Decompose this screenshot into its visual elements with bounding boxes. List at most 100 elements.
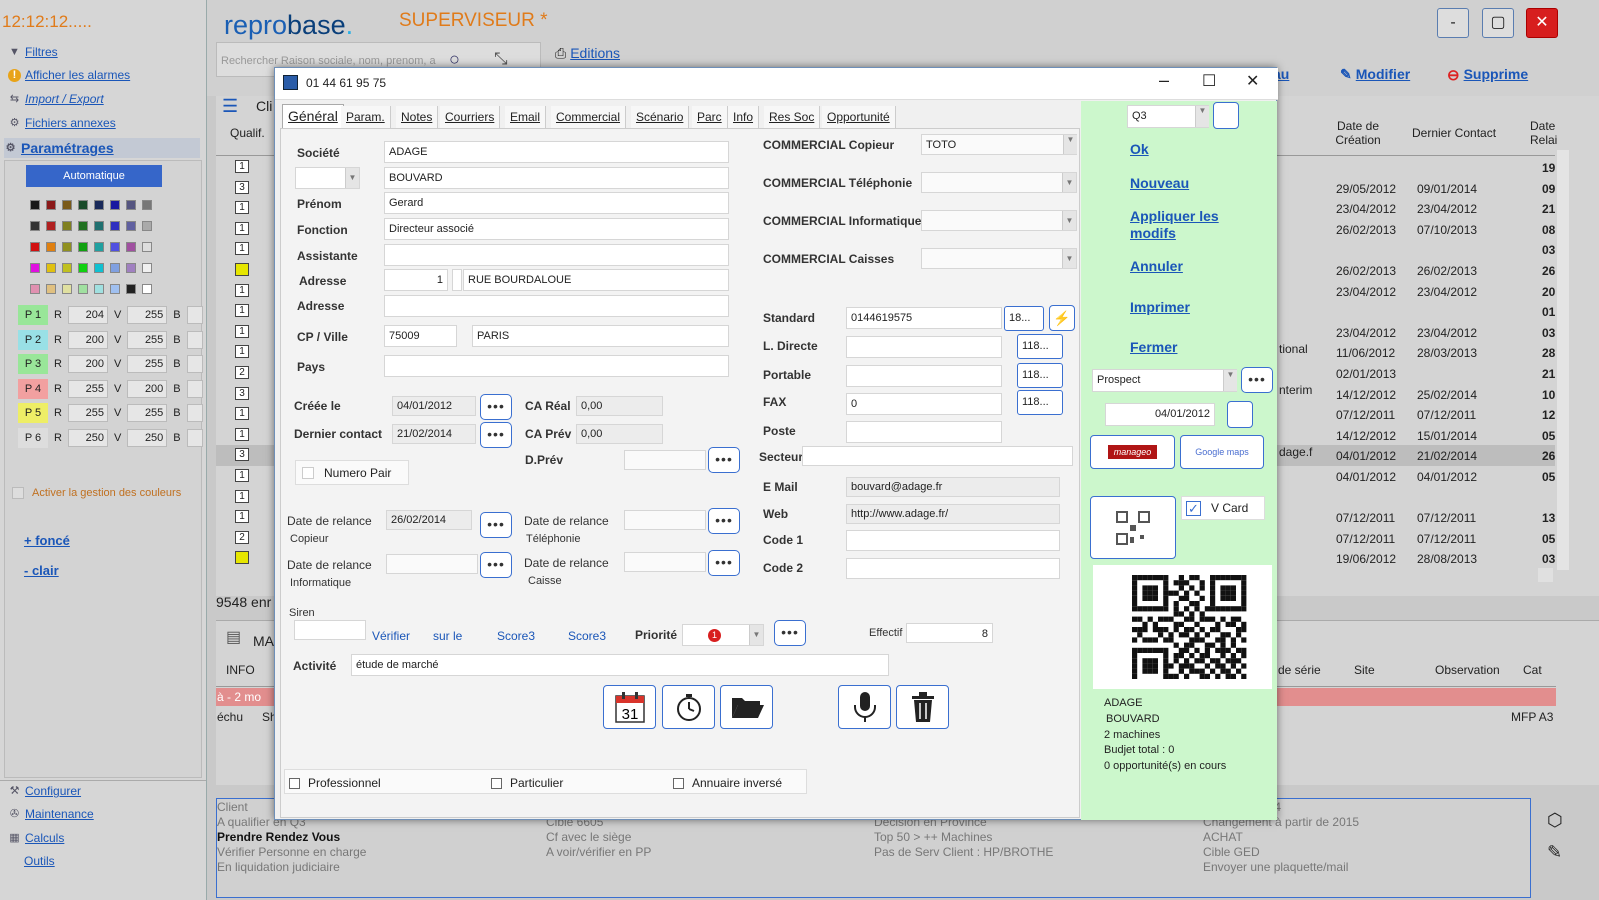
email-field[interactable]: bouvard@adage.fr xyxy=(846,477,1060,497)
color-swatch[interactable] xyxy=(78,221,88,231)
activite-field[interactable]: étude de marché xyxy=(351,654,889,676)
qualif-box[interactable]: 2 xyxy=(235,530,249,544)
annuaire-checkbox[interactable] xyxy=(673,777,684,789)
color-swatch[interactable] xyxy=(30,221,40,231)
calendar-button[interactable]: 31 xyxy=(603,685,656,729)
sidebar-item-label[interactable]: Paramétrages xyxy=(21,140,114,156)
color-swatch[interactable] xyxy=(110,242,120,252)
qualif-box[interactable]: 1 xyxy=(235,160,249,173)
color-swatch[interactable] xyxy=(94,242,104,252)
lighter-link[interactable]: - clair xyxy=(24,563,59,578)
adresse-rue-field[interactable]: RUE BOURDALOUE xyxy=(463,269,729,291)
editions-link[interactable]: ⎙ Editions xyxy=(555,45,620,62)
trash-button[interactable] xyxy=(896,685,949,729)
sidebar-item-outils[interactable]: Outils xyxy=(24,854,55,868)
color-swatch[interactable] xyxy=(126,242,136,252)
color-swatch[interactable] xyxy=(78,242,88,252)
maximize-button[interactable]: ▢ xyxy=(1482,8,1514,38)
chevron-down-icon[interactable]: ▼ xyxy=(1223,370,1237,391)
relance-tel-more-button[interactable]: ••• xyxy=(708,508,740,534)
color-swatch[interactable] xyxy=(30,242,40,252)
priorite-select[interactable]: 1 ▼ xyxy=(682,624,764,646)
qualif-box[interactable]: 1 xyxy=(235,283,249,297)
preset-b-field[interactable] xyxy=(186,428,203,447)
tab-5[interactable]: Commercial xyxy=(551,106,627,128)
close-button[interactable]: ✕ xyxy=(1526,8,1558,38)
col-qualif[interactable]: Qualif. xyxy=(230,126,265,140)
qualif-box[interactable]: 1 xyxy=(235,221,249,235)
color-swatch[interactable] xyxy=(46,242,56,252)
cube-icon[interactable]: ⬡ xyxy=(1547,810,1563,831)
societe-field[interactable]: ADAGE xyxy=(384,141,729,163)
color-swatch[interactable] xyxy=(62,263,72,273)
vcard-checkbox[interactable]: ✓ xyxy=(1186,500,1201,516)
sidebar-item-import[interactable]: ⇆ Import / Export xyxy=(8,92,104,106)
qualif-box[interactable] xyxy=(235,263,249,276)
preset-r-field[interactable]: 255 xyxy=(67,379,108,398)
color-swatch[interactable] xyxy=(110,221,120,231)
qualif-box[interactable]: 1 xyxy=(235,489,249,503)
adresse2-field[interactable] xyxy=(384,295,729,317)
sidebar-item-alarmes[interactable]: ! Afficher les alarmes xyxy=(8,68,130,82)
col-dernier-contact[interactable]: Dernier Contact xyxy=(1412,126,1496,140)
color-swatch[interactable] xyxy=(110,200,120,210)
prenom-field[interactable]: Gerard xyxy=(384,192,729,214)
lighter-link-label[interactable]: - clair xyxy=(24,563,59,578)
qualif-color-button[interactable] xyxy=(1213,102,1239,129)
preset-row[interactable]: P 4 R 255 V 200 B xyxy=(18,378,203,399)
priorite-more-button[interactable]: ••• xyxy=(774,620,806,646)
annuler-link[interactable]: Annuler xyxy=(1130,258,1183,274)
numero-pair-toggle[interactable]: Numero Pair xyxy=(295,460,409,485)
edit-icon[interactable]: ✎ xyxy=(1547,842,1562,863)
sur-le-link[interactable]: sur le xyxy=(433,629,462,643)
color-swatch[interactable] xyxy=(142,263,152,273)
modifier-label[interactable]: Modifier xyxy=(1356,66,1410,83)
color-swatch[interactable] xyxy=(78,263,88,273)
sidebar-item-label[interactable]: Import / Export xyxy=(25,92,104,106)
preset-badge[interactable]: P 5 xyxy=(18,403,48,423)
sidebar-item-label[interactable]: Outils xyxy=(24,854,55,868)
category-item[interactable]: En liquidation judiciaire xyxy=(217,860,340,874)
relance-caisse-field[interactable] xyxy=(624,552,706,572)
tab-1[interactable]: Param. xyxy=(341,106,391,128)
preset-badge[interactable]: P 3 xyxy=(18,354,48,374)
color-swatch[interactable] xyxy=(62,200,72,210)
dialog-maximize-button[interactable]: ☐ xyxy=(1202,71,1216,91)
relance-info-field[interactable] xyxy=(386,554,478,574)
color-swatch[interactable] xyxy=(142,221,152,231)
com-copieur-select[interactable]: TOTO xyxy=(921,134,1077,155)
preset-b-field[interactable] xyxy=(186,330,203,349)
col-cat[interactable]: Cat xyxy=(1523,663,1542,677)
relance-tel-field[interactable] xyxy=(624,510,706,530)
d-prev-more-button[interactable]: ••• xyxy=(708,447,740,473)
preset-v-field[interactable]: 255 xyxy=(127,330,168,349)
preset-badge[interactable]: P 4 xyxy=(18,378,48,399)
ok-link[interactable]: Ok xyxy=(1130,141,1149,157)
preset-b-field[interactable] xyxy=(186,379,203,398)
qualif-box[interactable]: 1 xyxy=(235,201,249,215)
color-swatch[interactable] xyxy=(94,263,104,273)
score-link[interactable]: Score3 xyxy=(568,629,606,643)
hscroll[interactable] xyxy=(1538,568,1553,582)
col-observation[interactable]: Observation xyxy=(1435,663,1500,677)
minimize-button[interactable]: - xyxy=(1437,8,1469,38)
preset-badge[interactable]: P 1 xyxy=(18,305,48,325)
color-swatch[interactable] xyxy=(46,284,56,294)
preset-badge[interactable]: P 6 xyxy=(18,427,48,448)
color-swatch[interactable] xyxy=(142,242,152,252)
tab-6[interactable]: Scénario xyxy=(631,106,690,128)
color-swatch[interactable] xyxy=(142,284,152,294)
statut-date-field[interactable]: 04/01/2012 xyxy=(1105,403,1215,426)
relance-caisse-more-button[interactable]: ••• xyxy=(708,550,740,576)
score-link[interactable]: Score3 xyxy=(497,629,535,643)
dernier-contact-more-button[interactable]: ••• xyxy=(480,422,512,448)
tab-9[interactable]: Res Soc xyxy=(764,106,821,128)
color-swatch[interactable] xyxy=(94,200,104,210)
preset-row[interactable]: P 5 R 255 V 255 B xyxy=(18,403,203,423)
com-tel-select[interactable]: ▼ xyxy=(921,172,1077,193)
editions-label[interactable]: Editions xyxy=(570,45,620,62)
preset-v-field[interactable]: 250 xyxy=(127,428,168,447)
tab-10[interactable]: Opportunité xyxy=(822,106,896,128)
color-swatch[interactable] xyxy=(126,221,136,231)
google-maps-button[interactable]: Google maps xyxy=(1180,435,1264,469)
